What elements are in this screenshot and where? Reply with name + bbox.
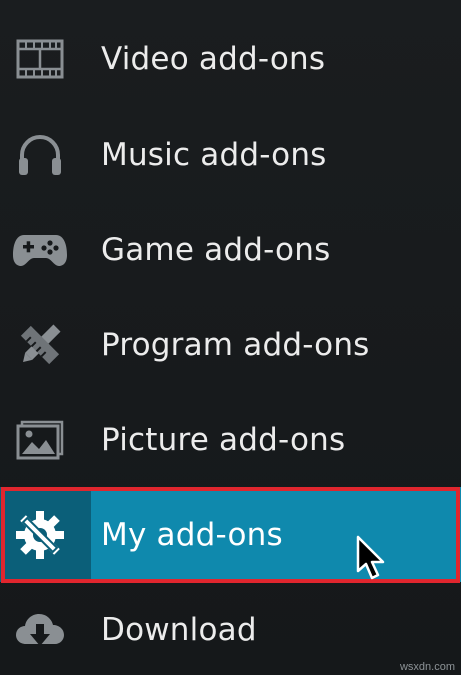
- menu-item-download[interactable]: Download: [0, 582, 461, 675]
- menu-item-music-addons[interactable]: Music add-ons: [0, 107, 461, 202]
- menu-item-program-addons[interactable]: Program add-ons: [0, 297, 461, 392]
- watermark: wsxdn.com: [399, 661, 455, 673]
- menu-item-label: Download: [101, 611, 257, 648]
- gear-wrench-icon: [10, 505, 70, 565]
- menu-item-video-addons[interactable]: Video add-ons: [0, 11, 461, 106]
- pencil-ruler-icon: [10, 315, 70, 375]
- cloud-download-icon: [10, 600, 70, 660]
- picture-icon: [10, 410, 70, 470]
- menu-item-label: Game add-ons: [101, 231, 331, 268]
- mouse-cursor-icon: [356, 535, 386, 581]
- menu-item-picture-addons[interactable]: Picture add-ons: [0, 392, 461, 487]
- menu-item-my-addons[interactable]: My add-ons: [0, 487, 461, 582]
- addons-menu: Video add-ons Music add-ons Game add-ons…: [0, 0, 461, 675]
- menu-item-label: Video add-ons: [101, 40, 326, 77]
- menu-item-label: Music add-ons: [101, 136, 327, 173]
- menu-item-label: Picture add-ons: [101, 421, 346, 458]
- gamepad-icon: [10, 220, 70, 280]
- menu-item-label: Program add-ons: [101, 326, 370, 363]
- headphones-icon: [10, 125, 70, 185]
- film-icon: [10, 29, 70, 89]
- menu-item-label: My add-ons: [101, 516, 283, 553]
- menu-item-game-addons[interactable]: Game add-ons: [0, 202, 461, 297]
